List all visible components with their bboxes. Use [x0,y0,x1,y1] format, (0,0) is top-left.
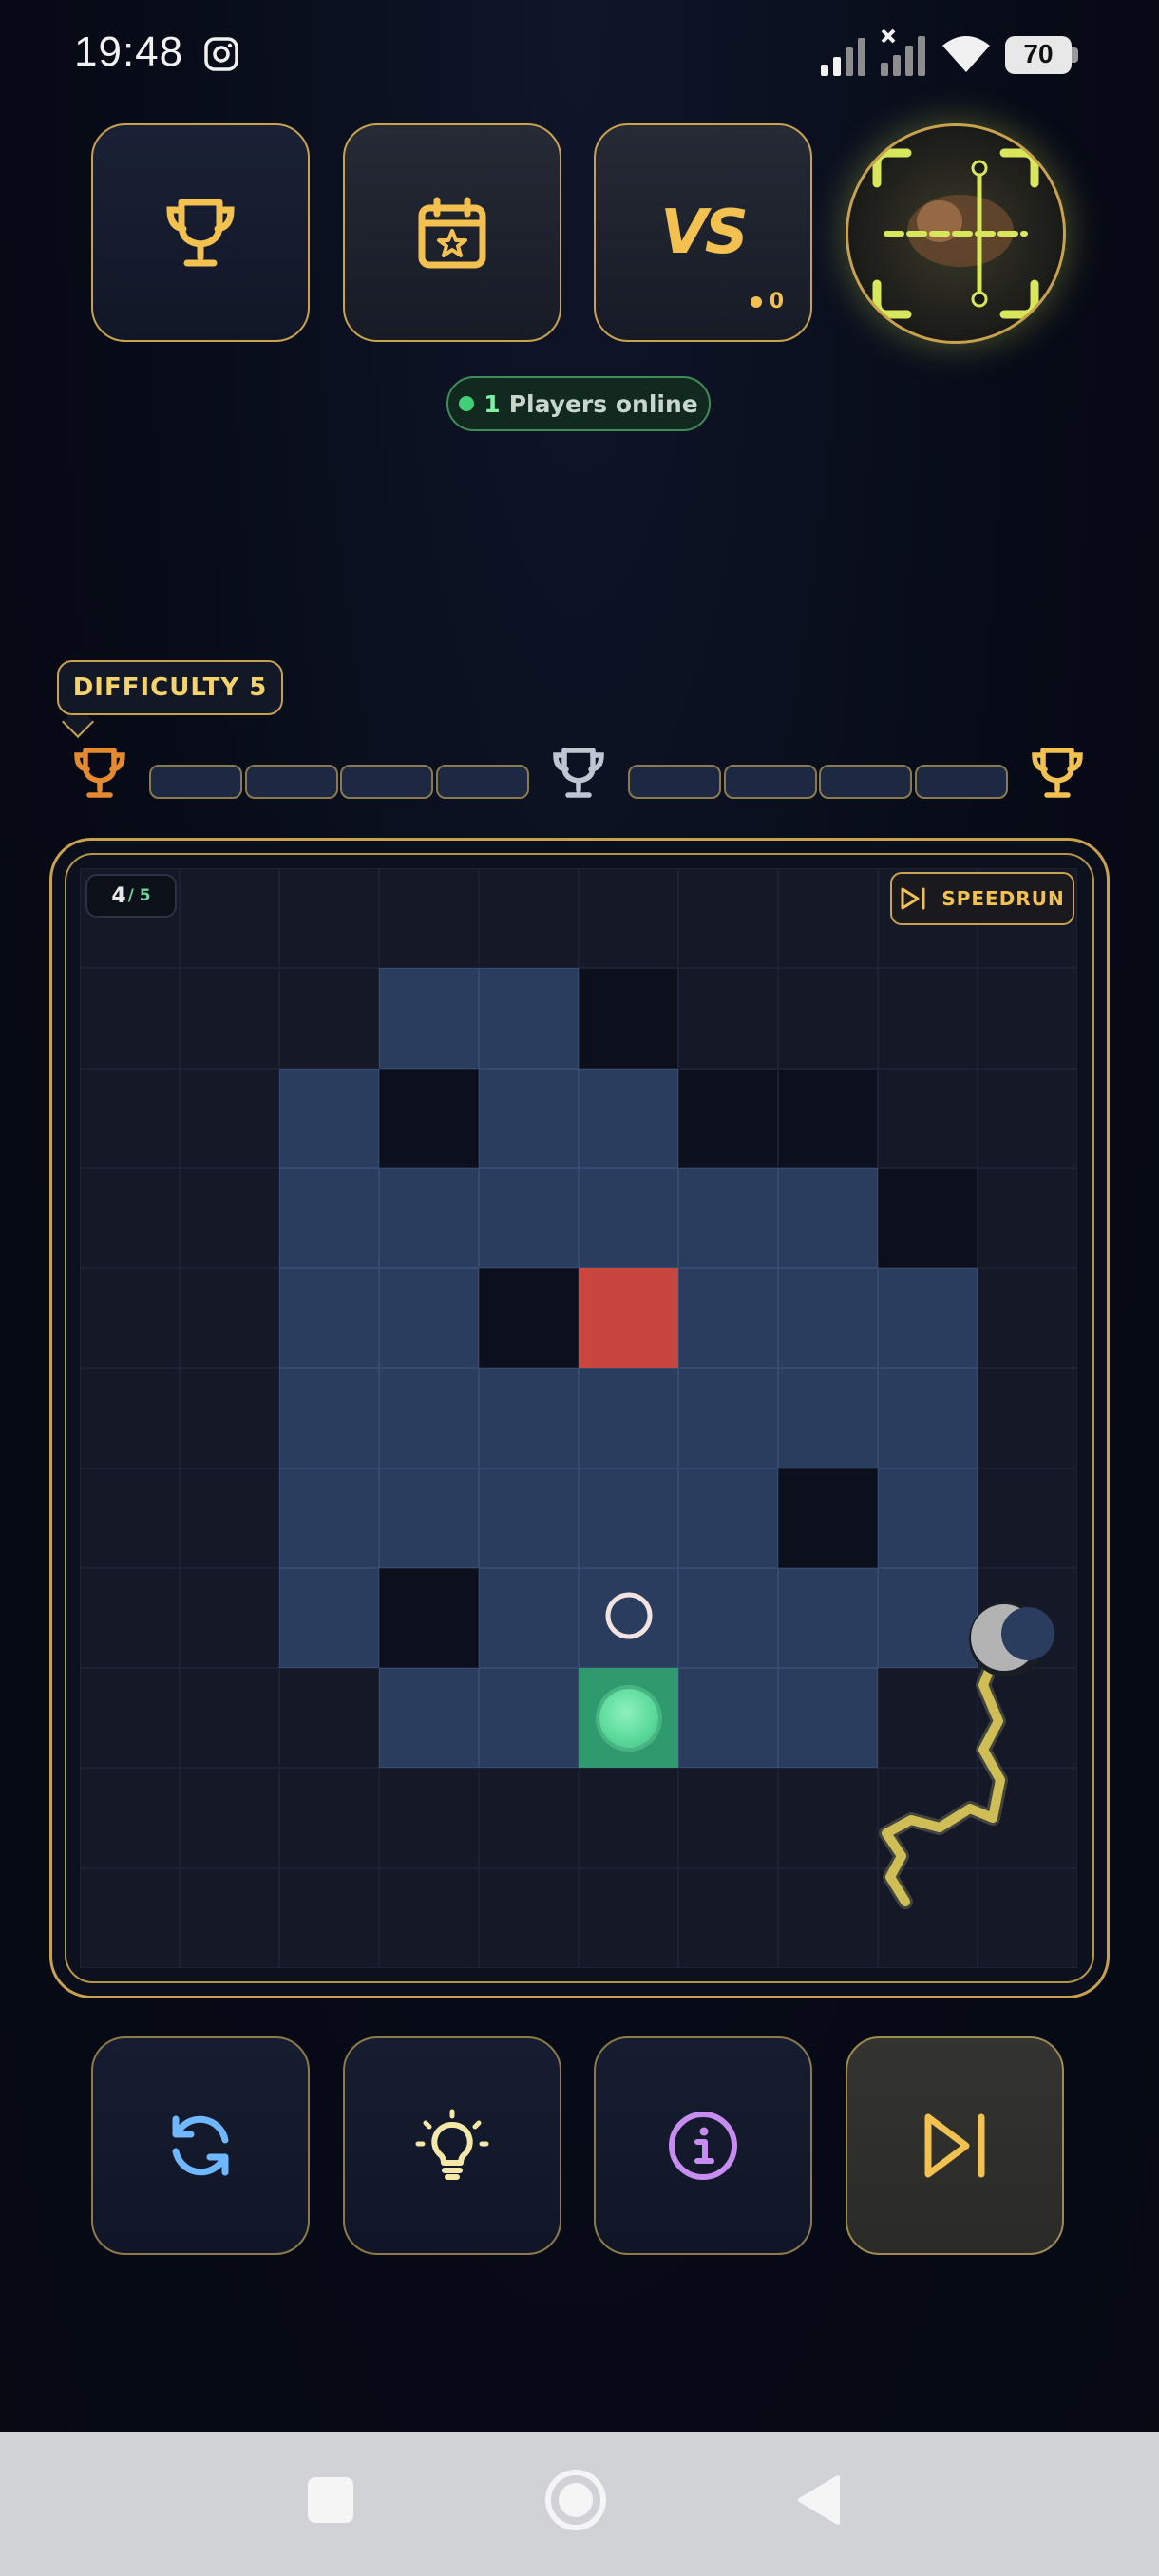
players-label: Players online [508,389,698,418]
progress-segment [149,765,242,799]
skip-level-button[interactable] [846,2036,1064,2255]
calendar-star-icon [418,197,486,269]
scan-frame-icon [872,148,1039,319]
lightbulb-icon [415,2109,489,2180]
target-ring-icon [605,1592,653,1639]
skip-forward-icon [924,2113,985,2178]
home-button-inner [559,2483,593,2517]
signal-no-service-icon [881,28,925,76]
online-dot-icon [459,396,475,411]
vs-coin-count: 0 [750,290,784,313]
bronze-trophy-icon [74,748,125,798]
restart-button[interactable] [91,2036,310,2255]
refresh-icon [172,2115,229,2176]
recents-button[interactable] [308,2477,353,2523]
progress-segment [724,765,817,799]
vs-label: VS [660,198,749,268]
game-overlay [605,1592,1054,1909]
status-time: 19:48 [74,28,184,75]
battery-level: 70 [1023,39,1054,68]
players-count: 1 [484,389,501,418]
progress-segment [628,765,721,799]
progress-segment [819,765,912,799]
gold-trophy-icon [1032,748,1083,798]
speedrun-label: SPEEDRUN [941,887,1065,910]
scan-button[interactable] [846,123,1066,344]
silver-trophy-icon [553,748,604,798]
players-online-pill: 1 Players online [446,376,711,431]
progress-segment [915,765,1008,799]
trophy-icon [166,199,235,267]
moon-player-icon [969,1601,1054,1677]
battery-indicator: 70 [1005,36,1079,74]
back-button[interactable] [796,2473,842,2527]
level-counter: 4 / 5 [86,874,177,918]
info-button[interactable] [594,2036,812,2255]
skip-forward-icon [901,887,925,910]
leaderboard-button[interactable] [91,123,310,342]
daily-challenge-button[interactable] [343,123,561,342]
progress-segment [436,765,529,799]
hint-button[interactable] [343,2036,561,2255]
wifi-icon [942,36,990,72]
progress-segment [245,765,338,799]
level-current: 4 [111,883,126,908]
progress-segment [340,765,433,799]
instagram-icon [204,37,238,71]
difficulty-label: DIFFICULTY 5 [57,660,283,715]
info-icon [669,2112,737,2180]
level-total: / 5 [127,886,151,905]
speedrun-button[interactable]: SPEEDRUN [890,872,1074,925]
versus-button[interactable]: VS 0 [594,123,812,342]
signal-icon [821,38,865,76]
